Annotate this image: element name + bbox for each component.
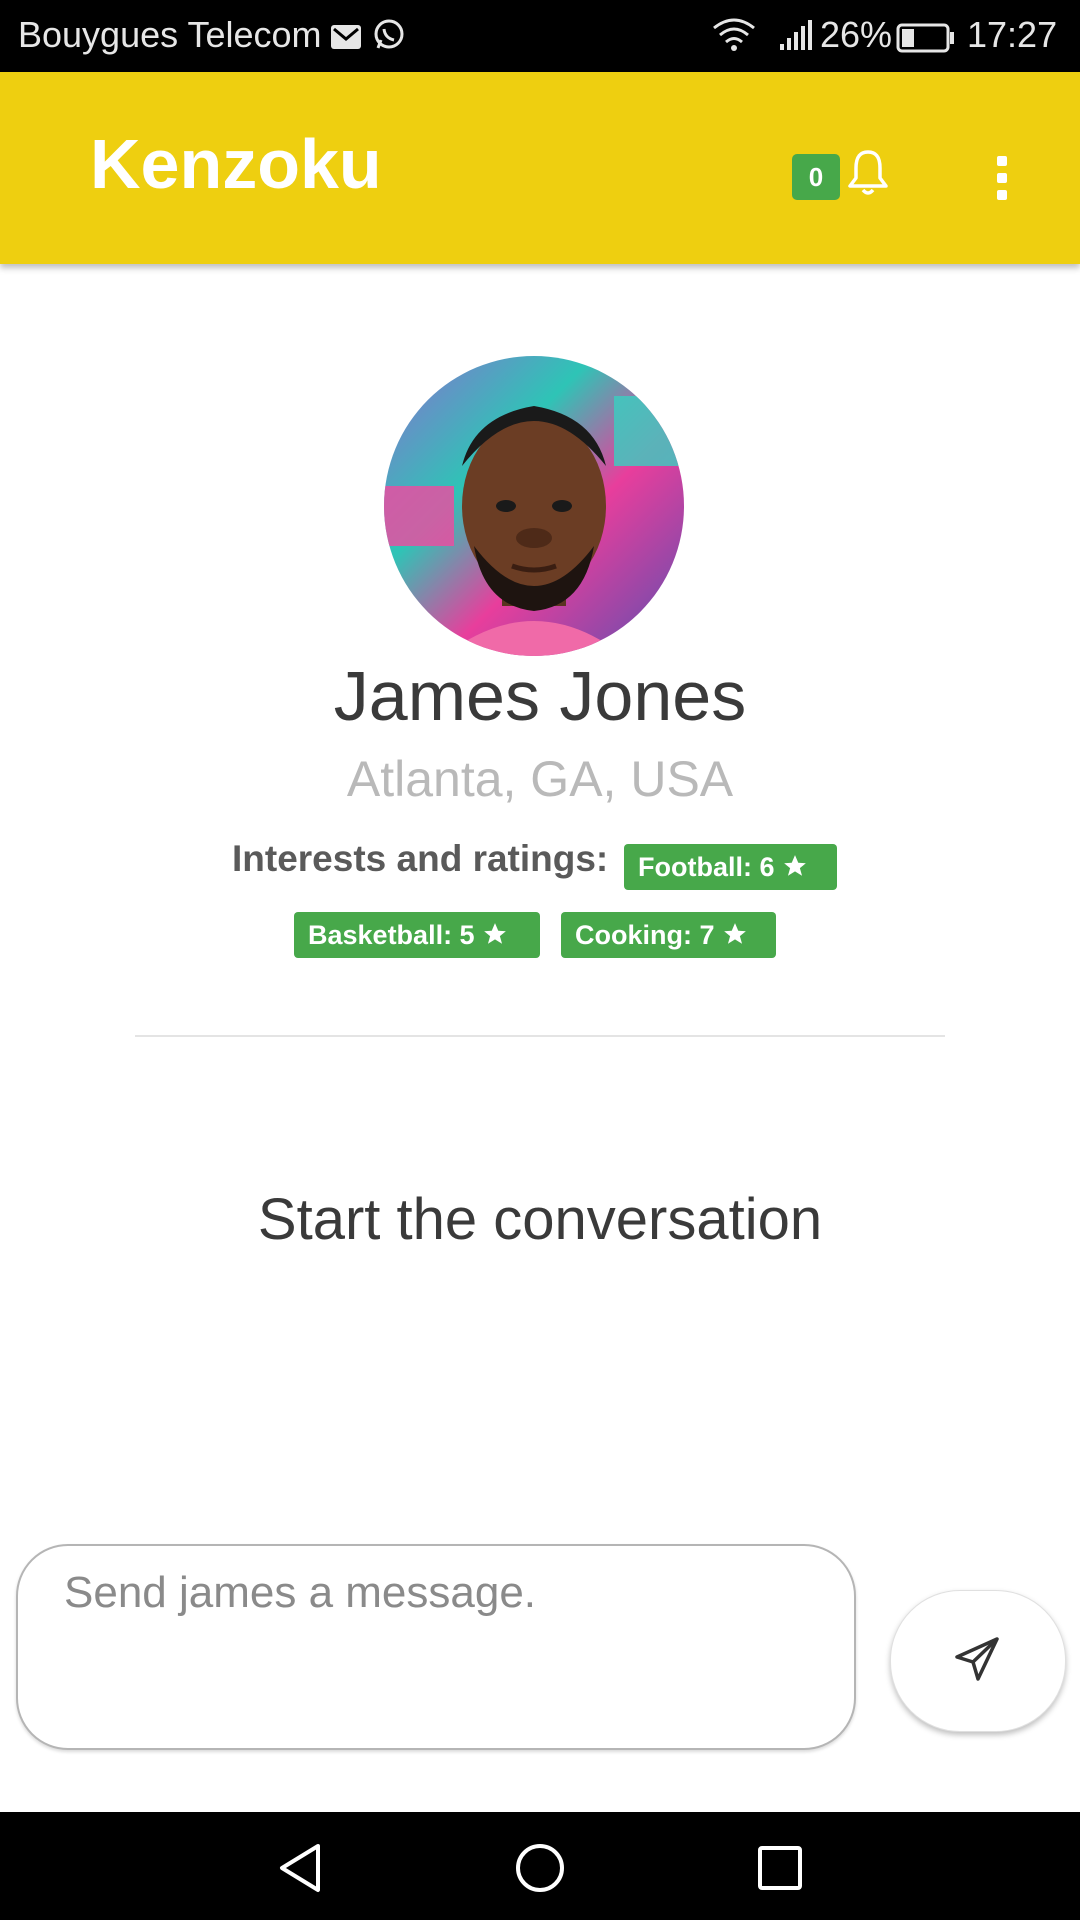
battery-percentage: 26% xyxy=(820,14,893,55)
whatsapp-icon xyxy=(372,18,406,61)
divider xyxy=(135,1035,945,1037)
star-icon xyxy=(721,915,749,961)
home-icon[interactable] xyxy=(514,1842,566,1899)
profile-location: Atlanta, GA, USA xyxy=(346,751,734,807)
interest-tag-label: Cooking: 7 xyxy=(575,920,715,950)
avatar xyxy=(384,356,684,656)
notification-count-badge[interactable]: 0 xyxy=(792,154,840,200)
profile-name: James Jones xyxy=(333,657,747,735)
interest-tag-label: Basketball: 5 xyxy=(308,920,475,950)
app-bar: Kenzoku 0 xyxy=(0,72,1080,264)
message-input[interactable] xyxy=(16,1544,856,1750)
more-vert-icon[interactable] xyxy=(990,148,1014,208)
interests-label: Interests and ratings: xyxy=(232,838,609,879)
interest-tag-label: Football: 6 xyxy=(638,852,775,882)
interest-tag: Football: 6 xyxy=(624,844,837,890)
battery-icon xyxy=(896,20,956,62)
signal-icon xyxy=(778,18,814,61)
send-button[interactable] xyxy=(890,1590,1066,1732)
back-icon[interactable] xyxy=(276,1842,324,1899)
wifi-icon xyxy=(712,16,756,63)
send-icon xyxy=(955,1637,999,1681)
star-icon xyxy=(781,847,809,893)
interest-tag: Basketball: 5 xyxy=(294,912,540,958)
status-bar: Bouygues Telecom 26% 17:27 xyxy=(0,0,1080,72)
clock: 17:27 xyxy=(967,14,1058,55)
app-title: Kenzoku xyxy=(90,125,382,203)
interest-tag: Cooking: 7 xyxy=(561,912,776,958)
star-icon xyxy=(481,915,509,961)
empty-conversation-text: Start the conversation xyxy=(257,1187,823,1252)
bell-icon[interactable] xyxy=(846,148,890,201)
carrier-name: Bouygues Telecom xyxy=(18,14,322,55)
recents-icon[interactable] xyxy=(756,1844,804,1897)
gmail-icon xyxy=(330,18,362,60)
navigation-bar xyxy=(0,1812,1080,1920)
